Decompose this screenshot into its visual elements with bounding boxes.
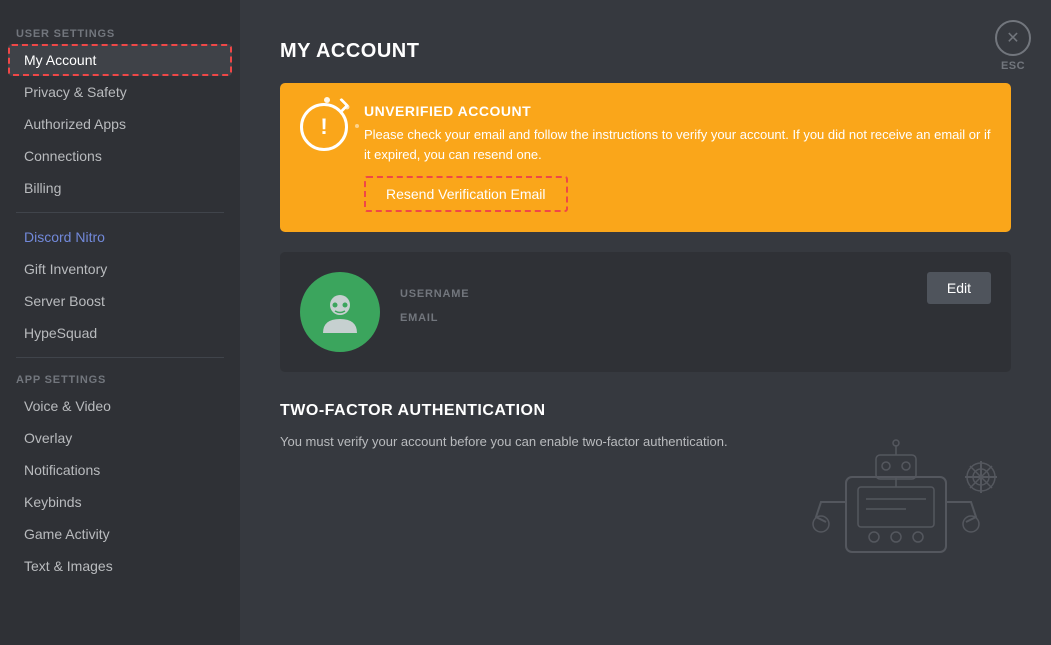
- sidebar-item-label-keybinds: Keybinds: [24, 494, 82, 510]
- sidebar-item-label-my-account: My Account: [24, 52, 96, 68]
- sidebar-item-voice-video[interactable]: Voice & Video: [8, 390, 232, 422]
- sidebar-item-label-billing: Billing: [24, 180, 61, 196]
- exclamation-icon: !: [320, 114, 327, 140]
- account-card: USERNAME EMAIL Edit: [280, 252, 1011, 372]
- tfa-description: You must verify your account before you …: [280, 432, 741, 453]
- sidebar-item-keybinds[interactable]: Keybinds: [8, 486, 232, 518]
- sidebar-item-label-voice-video: Voice & Video: [24, 398, 111, 414]
- unverified-description: Please check your email and follow the i…: [364, 125, 991, 164]
- tfa-svg-icon: [786, 437, 1006, 567]
- sidebar-item-label-game-activity: Game Activity: [24, 526, 110, 542]
- sidebar-item-overlay[interactable]: Overlay: [8, 422, 232, 454]
- tfa-illustration: [781, 432, 1011, 572]
- sidebar-item-label-overlay: Overlay: [24, 430, 72, 446]
- sidebar-item-hypesquad[interactable]: HypeSquad: [8, 317, 232, 349]
- sidebar-divider-1: [16, 212, 224, 213]
- email-label: EMAIL: [400, 312, 907, 324]
- sidebar-item-connections[interactable]: Connections: [8, 140, 232, 172]
- main-content: ✕ ESC MY ACCOUNT ! UNVERIFIED ACCOUNT Pl…: [240, 0, 1051, 645]
- sidebar-item-text-images[interactable]: Text & Images: [8, 550, 232, 582]
- tfa-section: TWO-FACTOR AUTHENTICATION You must verif…: [280, 402, 1011, 572]
- sidebar-item-server-boost[interactable]: Server Boost: [8, 285, 232, 317]
- edit-button[interactable]: Edit: [927, 272, 991, 304]
- tfa-container: You must verify your account before you …: [280, 432, 1011, 572]
- resend-verification-button[interactable]: Resend Verification Email: [364, 176, 568, 212]
- esc-button[interactable]: ✕ ESC: [995, 20, 1031, 72]
- sidebar-item-discord-nitro[interactable]: Discord Nitro: [8, 221, 232, 253]
- username-field: USERNAME: [400, 288, 907, 300]
- email-field: EMAIL: [400, 312, 907, 324]
- sidebar-item-label-notifications: Notifications: [24, 462, 100, 478]
- sidebar-item-authorized-apps[interactable]: Authorized Apps: [8, 108, 232, 140]
- unverified-text-container: UNVERIFIED ACCOUNT Please check your ema…: [364, 103, 991, 212]
- user-settings-section-label: USER SETTINGS: [0, 20, 240, 44]
- sidebar-item-billing[interactable]: Billing: [8, 172, 232, 204]
- sidebar-item-game-activity[interactable]: Game Activity: [8, 518, 232, 550]
- sidebar-item-label-text-images: Text & Images: [24, 558, 113, 574]
- unverified-title: UNVERIFIED ACCOUNT: [364, 103, 991, 119]
- tfa-section-title: TWO-FACTOR AUTHENTICATION: [280, 402, 1011, 420]
- sidebar-item-my-account[interactable]: My Account: [8, 44, 232, 76]
- sidebar: USER SETTINGS My Account Privacy & Safet…: [0, 0, 240, 645]
- sidebar-item-label-gift-inventory: Gift Inventory: [24, 261, 107, 277]
- page-title: MY ACCOUNT: [280, 40, 1011, 63]
- sidebar-item-privacy-safety[interactable]: Privacy & Safety: [8, 76, 232, 108]
- sidebar-item-notifications[interactable]: Notifications: [8, 454, 232, 486]
- esc-close-icon[interactable]: ✕: [995, 20, 1031, 56]
- esc-label: ESC: [1001, 60, 1025, 72]
- sidebar-item-label-hypesquad: HypeSquad: [24, 325, 97, 341]
- unverified-icon: !: [300, 103, 348, 151]
- sidebar-divider-2: [16, 357, 224, 358]
- sidebar-item-label-connections: Connections: [24, 148, 102, 164]
- username-label: USERNAME: [400, 288, 907, 300]
- app-settings-section-label: APP SETTINGS: [0, 366, 240, 390]
- sidebar-item-label-authorized-apps: Authorized Apps: [24, 116, 126, 132]
- account-info: USERNAME EMAIL: [400, 288, 907, 336]
- sidebar-item-gift-inventory[interactable]: Gift Inventory: [8, 253, 232, 285]
- sidebar-item-label-privacy-safety: Privacy & Safety: [24, 84, 127, 100]
- avatar-icon: [315, 287, 365, 337]
- avatar: [300, 272, 380, 352]
- sidebar-item-label-server-boost: Server Boost: [24, 293, 105, 309]
- sidebar-item-label-discord-nitro: Discord Nitro: [24, 229, 105, 245]
- unverified-banner: ! UNVERIFIED ACCOUNT Please check your e…: [280, 83, 1011, 232]
